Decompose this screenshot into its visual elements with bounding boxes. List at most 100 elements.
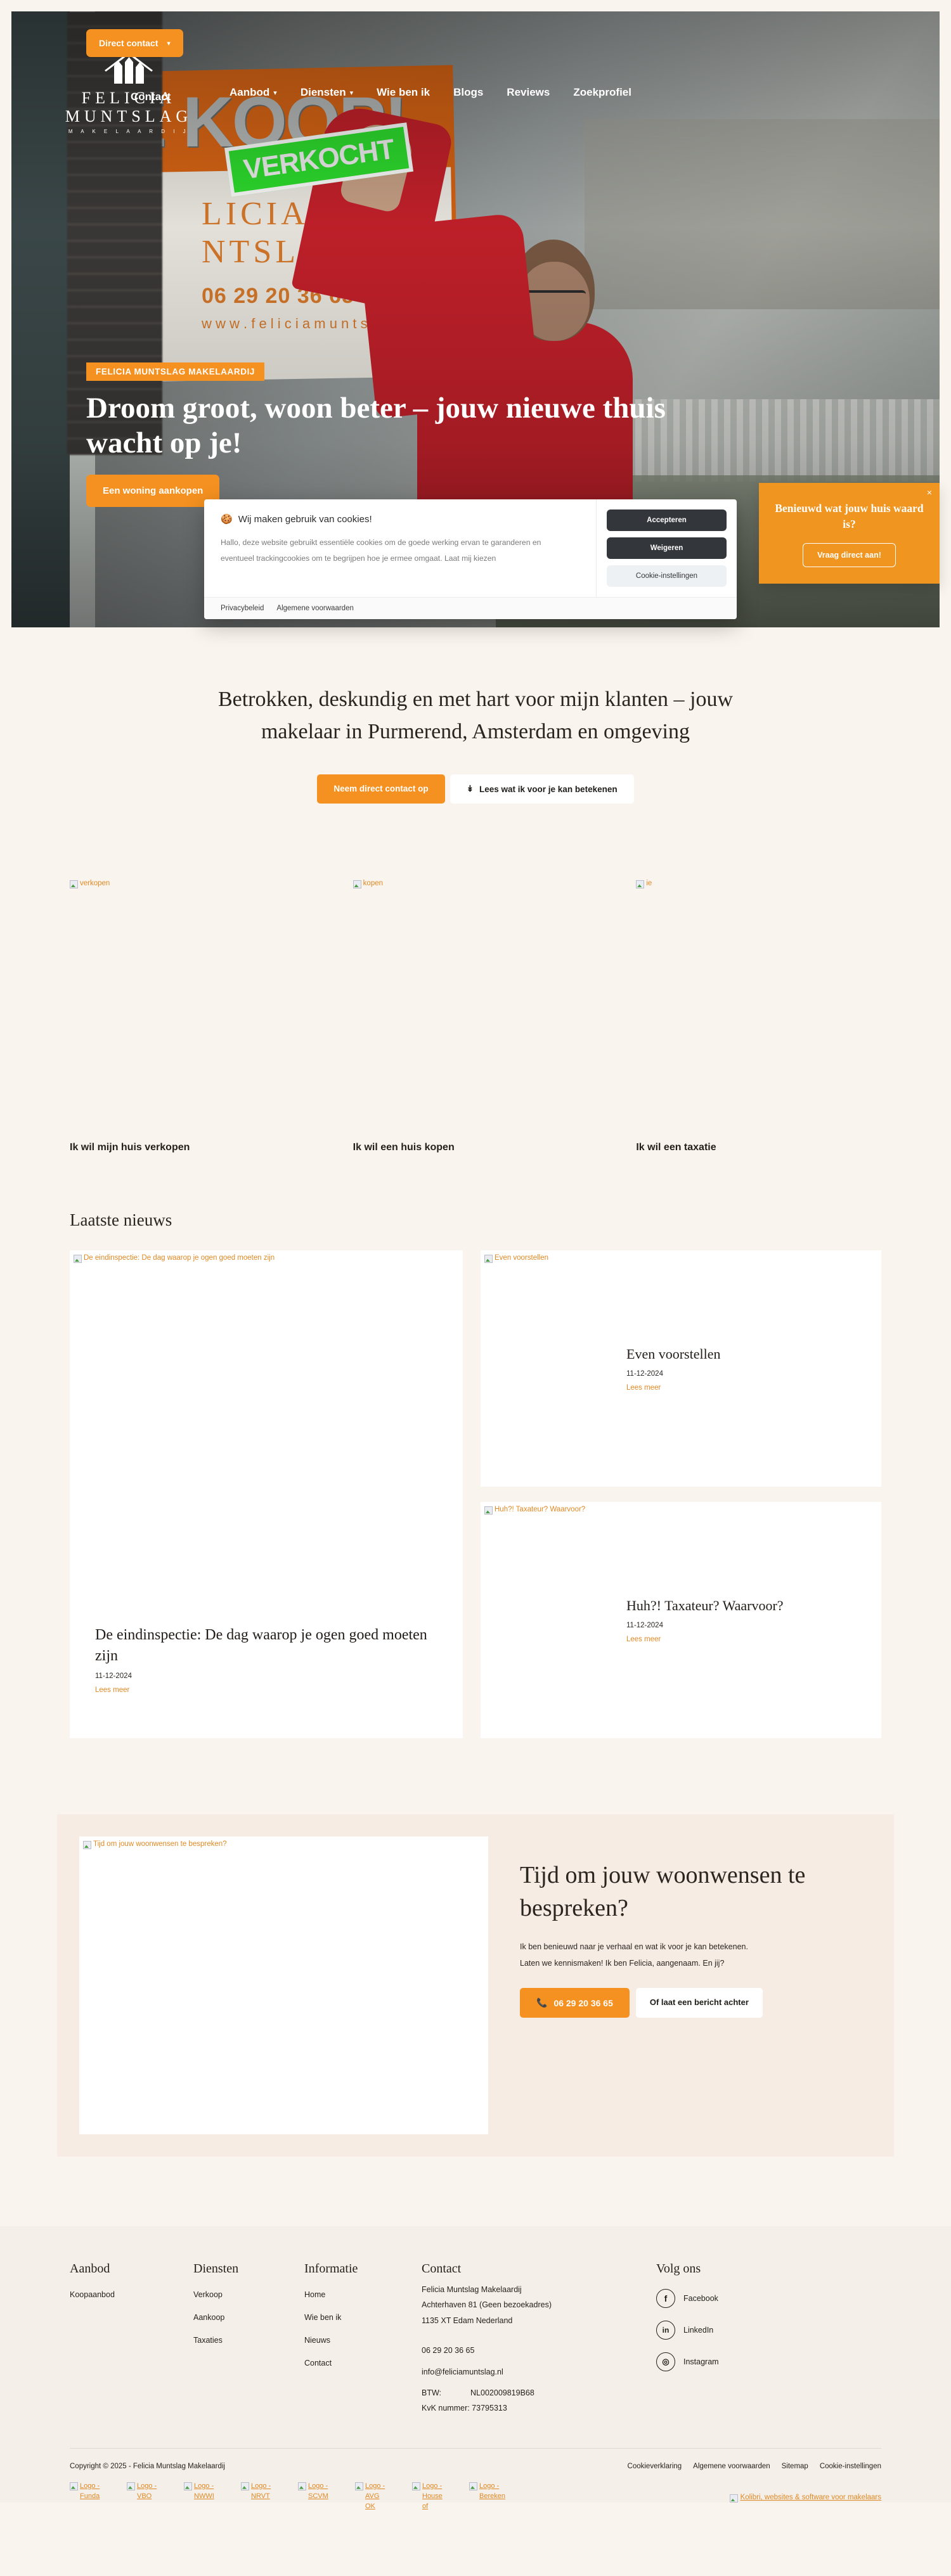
cookie-title-row: 🍪 Wij maken gebruik van cookies! <box>221 513 579 525</box>
footer-btw-value: NL002009819B68 <box>470 2388 534 2397</box>
nav-item-wie-ben-ik[interactable]: Wie ben ik <box>377 86 430 99</box>
broken-image-icon <box>184 2482 192 2490</box>
footer-email[interactable]: info@feliciamuntslag.nl <box>422 2364 656 2380</box>
cookie-accept-button[interactable]: Accepteren <box>607 509 727 531</box>
nav-item-aanbod[interactable]: Aanbod ▾ <box>230 86 277 99</box>
partner-logo-avg-ok[interactable]: Logo - AVG OK <box>355 2482 389 2512</box>
cookie-terms-link[interactable]: Algemene voorwaarden <box>276 605 353 612</box>
cookie-refuse-button[interactable]: Weigeren <box>607 537 727 559</box>
service-card-taxatie[interactable]: ie Ik wil een taxatie <box>636 880 881 1153</box>
intro-contact-button[interactable]: Neem direct contact op <box>317 774 445 804</box>
service-card-kopen[interactable]: kopen Ik wil een huis kopen <box>353 880 598 1153</box>
partner-logo-scvm[interactable]: Logo - SCVM <box>298 2482 332 2512</box>
cta-paragraph-1: Ik ben benieuwd naar je verhaal en wat i… <box>520 1942 748 1951</box>
intro-buttons: Neem direct contact op ↡ Lees wat ik voo… <box>0 774 951 804</box>
footer-link-sitemap[interactable]: Sitemap <box>782 2463 808 2470</box>
broken-image-icon <box>127 2482 135 2490</box>
partner-logo-nwwi[interactable]: Logo - NWWI <box>184 2482 218 2512</box>
footer-link-nieuws[interactable]: Nieuws <box>304 2336 422 2345</box>
nav-item-contact[interactable]: Contact <box>131 91 171 103</box>
site-footer: Aanbod Koopaanbod Diensten Verkoop Aanko… <box>0 2226 951 2510</box>
news-card-read-more[interactable]: Lees meer <box>626 1384 881 1392</box>
service-image: ie <box>636 880 881 1133</box>
footer-column-contact: Contact Felicia Muntslag Makelaardij Ach… <box>422 2262 656 2416</box>
partner-logo-house-of[interactable]: Logo - House of <box>412 2482 446 2512</box>
footer-heading: Informatie <box>304 2262 358 2276</box>
home-value-widget: × Benieuwd wat jouw huis waard is? Vraag… <box>759 483 940 584</box>
footer-link-contact[interactable]: Contact <box>304 2359 422 2368</box>
footer-link-wie-ben-ik[interactable]: Wie ben ik <box>304 2313 422 2322</box>
cta-phone-button[interactable]: 📞 06 29 20 36 65 <box>520 1988 630 2018</box>
partner-logo-funda[interactable]: Logo - Funda <box>70 2482 104 2512</box>
nav-item-zoekprofiel[interactable]: Zoekprofiel <box>573 86 631 99</box>
broken-image-icon <box>74 1255 82 1263</box>
partner-logo-bereken[interactable]: Logo - Bereken <box>469 2482 505 2512</box>
news-card-image: Even voorstellen <box>481 1250 881 1266</box>
service-image-alt: kopen <box>363 880 384 887</box>
kolibri-credit-label: Kolibri, websites & software voor makela… <box>740 2494 881 2502</box>
footer-company: Felicia Muntslag Makelaardij <box>422 2285 522 2294</box>
footer-link-koopaanbod[interactable]: Koopaanbod <box>70 2290 193 2299</box>
site-logo[interactable]: FELICIA MUNTSLAG M A K E L A A R D I J <box>49 51 208 134</box>
partner-logo-alt: Logo - VBO <box>137 2482 157 2500</box>
intro-heading: Betrokken, deskundig en met hart voor mi… <box>217 688 734 743</box>
social-link-instagram[interactable]: ◎ Instagram <box>656 2352 881 2371</box>
footer-link-home[interactable]: Home <box>304 2290 422 2299</box>
home-value-button[interactable]: Vraag direct aan! <box>803 542 896 567</box>
direct-contact-button[interactable]: Direct contact ▾ <box>86 29 183 57</box>
direct-contact-label: Direct contact <box>99 38 158 48</box>
broken-image-placeholder: Tijd om jouw woonwensen te bespreken? <box>83 1840 227 1849</box>
close-icon[interactable]: × <box>927 487 932 497</box>
news-card-read-more[interactable]: Lees meer <box>95 1686 437 1694</box>
service-card-verkopen[interactable]: verkopen Ik wil mijn huis verkopen <box>70 880 315 1153</box>
broken-image-icon <box>83 1841 91 1849</box>
partner-logo-alt: Logo - SCVM <box>308 2482 328 2500</box>
news-image-alt: Even voorstellen <box>495 1254 549 1262</box>
nav-items: Aanbod ▾ Diensten ▾ Wie ben ik Blogs Rev… <box>230 86 631 99</box>
cta-phone-label: 06 29 20 36 65 <box>553 1997 613 2008</box>
nav-item-diensten[interactable]: Diensten ▾ <box>301 86 353 99</box>
hero-cta-button[interactable]: Een woning aankopen <box>86 475 220 507</box>
partner-logo-nrvt[interactable]: Logo - NRVT <box>241 2482 275 2512</box>
instagram-icon: ◎ <box>656 2352 675 2371</box>
footer-link-taxaties[interactable]: Taxaties <box>193 2336 304 2345</box>
cookie-privacy-link[interactable]: Privacybeleid <box>221 605 264 612</box>
footer-phone[interactable]: 06 29 20 36 65 <box>422 2343 656 2358</box>
news-card-date: 11-12-2024 <box>626 1622 663 1629</box>
nav-item-reviews[interactable]: Reviews <box>507 86 550 99</box>
footer-link-aankoop[interactable]: Aankoop <box>193 2313 304 2322</box>
news-image-alt: De eindinspectie: De dag waarop je ogen … <box>84 1254 275 1262</box>
service-image-alt: verkopen <box>80 880 110 887</box>
hero-heading: Droom groot, woon beter – jouw nieuwe th… <box>86 392 666 460</box>
service-image: kopen <box>353 880 598 1133</box>
cookie-consent-dialog: 🍪 Wij maken gebruik van cookies! Hallo, … <box>204 499 737 619</box>
footer-bottom-bar: Copyright © 2025 - Felicia Muntslag Make… <box>70 2449 881 2470</box>
footer-link-algemene-voorwaarden[interactable]: Algemene voorwaarden <box>693 2463 770 2470</box>
footer-address-2: 1135 XT Edam Nederland <box>422 2316 513 2325</box>
nav-item-blogs[interactable]: Blogs <box>453 86 483 99</box>
broken-image-icon <box>484 1255 493 1263</box>
broken-image-icon <box>70 2482 78 2490</box>
partner-logo-vbo[interactable]: Logo - VBO <box>127 2482 161 2512</box>
footer-link-cookie-instellingen[interactable]: Cookie-instellingen <box>820 2463 881 2470</box>
phone-icon: 📞 <box>536 1997 548 2008</box>
social-link-facebook[interactable]: f Facebook <box>656 2289 881 2308</box>
news-card-image: Huh?! Taxateur? Waarvoor? <box>481 1502 881 1518</box>
logo-text-muntslag: MUNTSLAG <box>65 107 193 126</box>
cookie-settings-button[interactable]: Cookie-instellingen <box>607 565 727 587</box>
footer-link-verkoop[interactable]: Verkoop <box>193 2290 304 2299</box>
news-card-taxateur[interactable]: Huh?! Taxateur? Waarvoor? Huh?! Taxateur… <box>481 1502 881 1738</box>
news-card-featured[interactable]: De eindinspectie: De dag waarop je ogen … <box>70 1250 463 1738</box>
cta-message-button[interactable]: Of laat een bericht achter <box>635 1988 763 2018</box>
news-card-read-more[interactable]: Lees meer <box>626 1636 881 1643</box>
news-card-even-voorstellen[interactable]: Even voorstellen Even voorstellen 11-12-… <box>481 1250 881 1487</box>
broken-image-icon <box>241 2482 249 2490</box>
intro-section: Betrokken, deskundig en met hart voor mi… <box>0 627 951 804</box>
partner-logo-alt: Logo - AVG OK <box>365 2482 385 2510</box>
broken-image-placeholder: Even voorstellen <box>484 1254 548 1263</box>
home-value-title: Benieuwd wat jouw huis waard is? <box>775 502 924 530</box>
footer-link-cookieverklaring[interactable]: Cookieverklaring <box>628 2463 682 2470</box>
kolibri-credit-link[interactable]: Kolibri, websites & software voor makela… <box>729 2494 881 2503</box>
social-link-linkedin[interactable]: in LinkedIn <box>656 2321 881 2340</box>
intro-learn-more-button[interactable]: ↡ Lees wat ik voor je kan betekenen <box>450 774 634 804</box>
